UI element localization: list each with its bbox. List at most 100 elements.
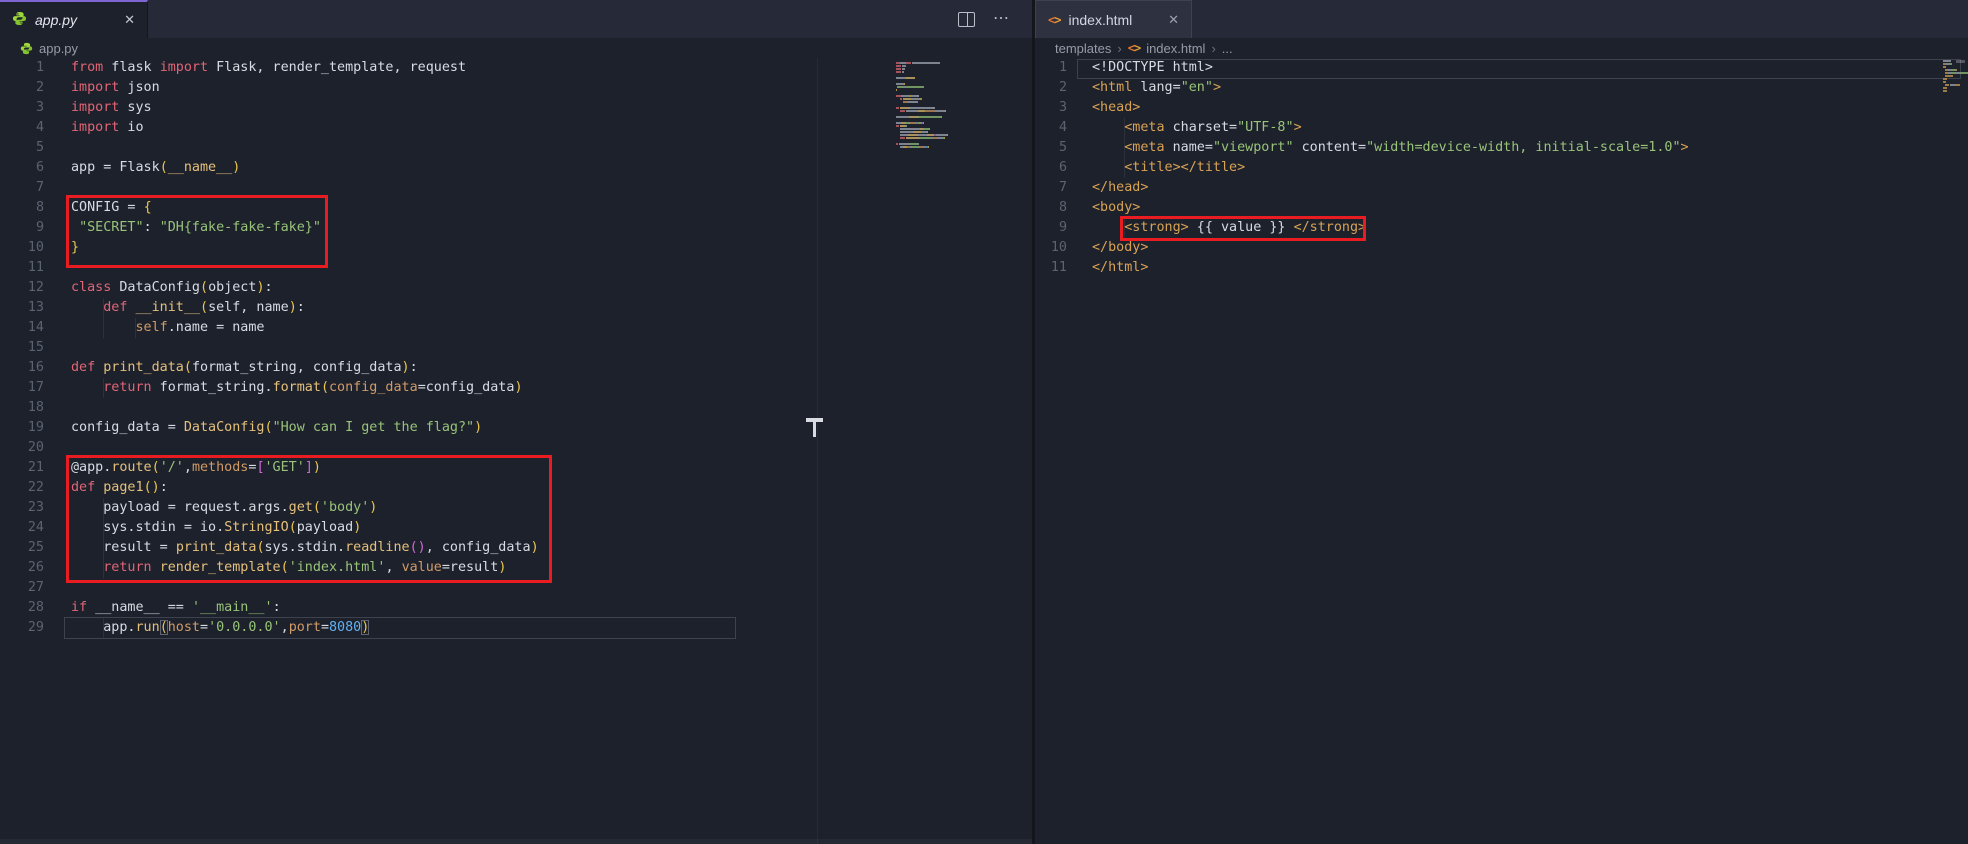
code-line[interactable]: 29 app.run(host='0.0.0.0',port=8080)	[0, 618, 1032, 638]
code-line[interactable]: 23 payload = request.args.get('body')	[0, 498, 1032, 518]
line-number[interactable]: 6	[0, 158, 44, 178]
line-number[interactable]: 28	[0, 598, 44, 618]
code-line[interactable]: 20	[0, 438, 1032, 458]
code-line[interactable]: 11</html>	[1035, 258, 1968, 278]
line-number[interactable]: 7	[0, 178, 44, 198]
code-line[interactable]: 22def page1():	[0, 478, 1032, 498]
code-editor-python[interactable]: 1from flask import Flask, render_templat…	[0, 58, 1032, 844]
line-number[interactable]: 1	[1035, 58, 1067, 78]
line-number[interactable]: 2	[1035, 78, 1067, 98]
code-editor-html[interactable]: 1<!DOCTYPE html>2 <html lang="en">3<head>…	[1035, 58, 1968, 844]
line-number[interactable]: 5	[0, 138, 44, 158]
code-line[interactable]: 18	[0, 398, 1032, 418]
code-line[interactable]: 19config_data = DataConfig("How can I ge…	[0, 418, 1032, 438]
split-editor-icon[interactable]	[958, 12, 975, 27]
code-line[interactable]: 28if __name__ == '__main__':	[0, 598, 1032, 618]
line-number[interactable]: 23	[0, 498, 44, 518]
code-line[interactable]: 17 return format_string.format(config_da…	[0, 378, 1032, 398]
breadcrumb-item-folder[interactable]: templates	[1055, 41, 1111, 56]
breadcrumb-item-file[interactable]: app.py	[39, 41, 78, 56]
line-number[interactable]: 10	[1035, 238, 1067, 258]
breadcrumb-item-more[interactable]: ...	[1222, 41, 1233, 56]
code-line[interactable]: 7	[0, 178, 1032, 198]
line-number[interactable]: 14	[0, 318, 44, 338]
code-text: <html lang="en">	[1092, 78, 1221, 98]
line-number[interactable]: 27	[0, 578, 44, 598]
code-text: import json	[71, 78, 160, 98]
code-line[interactable]: 10 </body>	[1035, 238, 1968, 258]
code-text: <strong> {{ value }} </strong>	[1092, 218, 1366, 238]
line-number[interactable]: 8	[0, 198, 44, 218]
code-line[interactable]: 21@app.route('/',methods=['GET'])	[0, 458, 1032, 478]
code-line[interactable]: 3import sys	[0, 98, 1032, 118]
line-number[interactable]: 20	[0, 438, 44, 458]
line-number[interactable]: 5	[1035, 138, 1067, 158]
line-number[interactable]: 3	[0, 98, 44, 118]
line-number[interactable]: 16	[0, 358, 44, 378]
line-number[interactable]: 18	[0, 398, 44, 418]
code-line[interactable]: 24 sys.stdin = io.StringIO(payload)	[0, 518, 1032, 538]
code-line[interactable]: 12class DataConfig(object):	[0, 278, 1032, 298]
code-line[interactable]: 2 import json	[0, 78, 1032, 98]
code-line[interactable]: 10}	[0, 238, 1032, 258]
code-line[interactable]: 1from flask import Flask, render_templat…	[0, 58, 1032, 78]
close-icon[interactable]: ✕	[124, 12, 135, 28]
code-line[interactable]: 16def print_data(format_string, config_d…	[0, 358, 1032, 378]
code-text: <body>	[1092, 198, 1140, 218]
code-line[interactable]: 6app = Flask(__name__)	[0, 158, 1032, 178]
line-number[interactable]: 11	[1035, 258, 1067, 278]
line-number[interactable]: 6	[1035, 158, 1067, 178]
more-actions-icon[interactable]: ⋯	[993, 14, 1010, 24]
code-line[interactable]: 25 result = print_data(sys.stdin.readlin…	[0, 538, 1032, 558]
code-line[interactable]: 8CONFIG = {	[0, 198, 1032, 218]
close-icon[interactable]: ✕	[1168, 12, 1179, 28]
code-line[interactable]: 13 def __init__(self, name):	[0, 298, 1032, 318]
editor-actions: ⋯	[958, 0, 1010, 38]
code-line[interactable]: 5 <meta name="viewport" content="width=d…	[1035, 138, 1968, 158]
horizontal-scrollbar[interactable]	[0, 839, 1032, 844]
line-number[interactable]: 1	[0, 58, 44, 78]
line-number[interactable]: 7	[1035, 178, 1067, 198]
breadcrumb-item-file[interactable]: index.html	[1146, 41, 1205, 56]
code-line[interactable]: 6 <title></title>	[1035, 158, 1968, 178]
code-line[interactable]: 1<!DOCTYPE html>	[1035, 58, 1968, 78]
code-line[interactable]: 3<head>	[1035, 98, 1968, 118]
tab-label: app.py	[35, 12, 77, 28]
code-line[interactable]: 5	[0, 138, 1032, 158]
code-line[interactable]: 4 <meta charset="UTF-8">	[1035, 118, 1968, 138]
line-number[interactable]: 11	[0, 258, 44, 278]
line-number[interactable]: 24	[0, 518, 44, 538]
code-line[interactable]: 7</head>	[1035, 178, 1968, 198]
line-number[interactable]: 8	[1035, 198, 1067, 218]
code-line[interactable]: 8 <body>	[1035, 198, 1968, 218]
line-number[interactable]: 21	[0, 458, 44, 478]
code-line[interactable]: 27	[0, 578, 1032, 598]
line-number[interactable]: 4	[0, 118, 44, 138]
tab-index-html[interactable]: <> index.html ✕	[1035, 0, 1192, 38]
line-number[interactable]: 12	[0, 278, 44, 298]
line-number[interactable]: 4	[1035, 118, 1067, 138]
code-line[interactable]: 26 return render_template('index.html', …	[0, 558, 1032, 578]
code-text: </body>	[1092, 238, 1148, 258]
line-number[interactable]: 22	[0, 478, 44, 498]
code-line[interactable]: 2 <html lang="en">	[1035, 78, 1968, 98]
code-line[interactable]: 11	[0, 258, 1032, 278]
line-number[interactable]: 9	[1035, 218, 1067, 238]
line-number[interactable]: 9	[0, 218, 44, 238]
code-line[interactable]: 14 self.name = name	[0, 318, 1032, 338]
line-number[interactable]: 25	[0, 538, 44, 558]
code-line[interactable]: 9 "SECRET": "DH{fake-fake-fake}"	[0, 218, 1032, 238]
line-number[interactable]: 3	[1035, 98, 1067, 118]
line-number[interactable]: 13	[0, 298, 44, 318]
code-line[interactable]: 15	[0, 338, 1032, 358]
line-number[interactable]: 10	[0, 238, 44, 258]
line-number[interactable]: 26	[0, 558, 44, 578]
line-number[interactable]: 29	[0, 618, 44, 638]
code-line[interactable]: 9 <strong> {{ value }} </strong>	[1035, 218, 1968, 238]
code-line[interactable]: 4import io	[0, 118, 1032, 138]
line-number[interactable]: 19	[0, 418, 44, 438]
line-number[interactable]: 2	[0, 78, 44, 98]
line-number[interactable]: 17	[0, 378, 44, 398]
line-number[interactable]: 15	[0, 338, 44, 358]
tab-app-py[interactable]: app.py ✕	[0, 0, 148, 38]
